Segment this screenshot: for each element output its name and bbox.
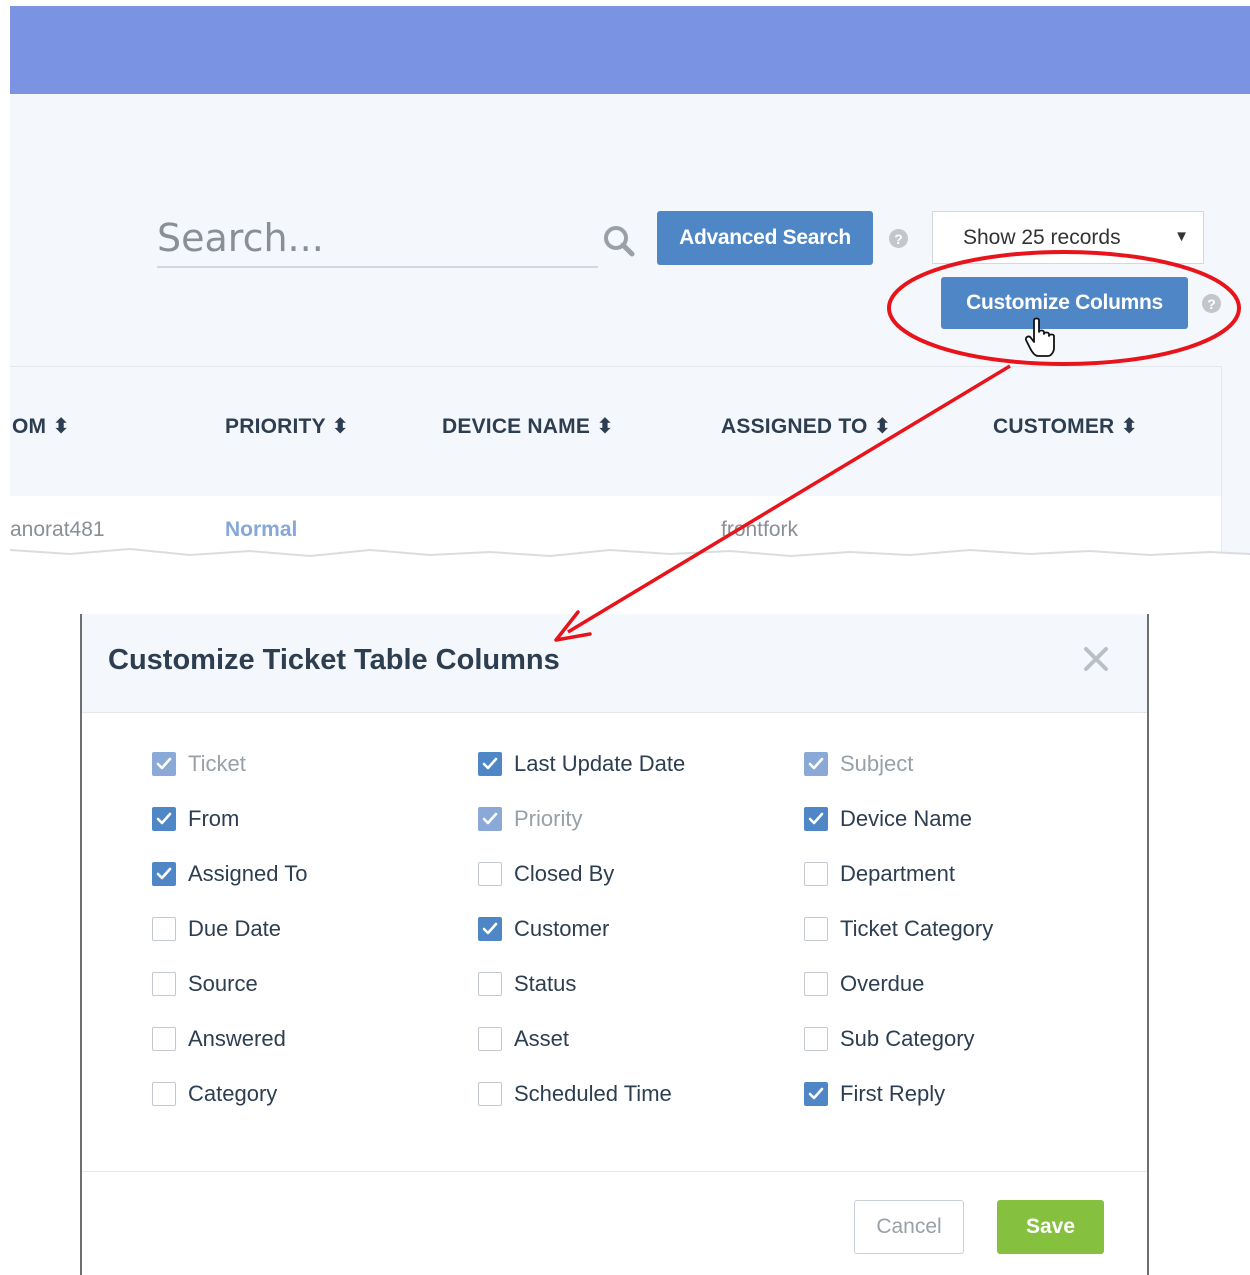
checkbox-label: From bbox=[188, 806, 240, 831]
checkbox[interactable] bbox=[152, 1027, 176, 1051]
column-option-ticket: Ticket bbox=[152, 749, 246, 779]
app-header-band bbox=[10, 6, 1250, 94]
column-option-closed-by[interactable]: Closed By bbox=[478, 859, 614, 889]
help-icon[interactable]: ? bbox=[1202, 294, 1221, 313]
checkbox[interactable] bbox=[478, 917, 502, 941]
checkmark-icon bbox=[808, 757, 824, 770]
checkbox[interactable] bbox=[478, 752, 502, 776]
records-per-page-select[interactable]: Show 25 records ▼ bbox=[932, 211, 1204, 264]
column-option-answered[interactable]: Answered bbox=[152, 1024, 286, 1054]
dialog-title: Customize Ticket Table Columns bbox=[108, 644, 560, 676]
search-icon[interactable] bbox=[601, 223, 637, 259]
checkbox-label: Asset bbox=[514, 1026, 570, 1051]
search-input[interactable] bbox=[157, 210, 598, 266]
checkbox-label: Department bbox=[840, 861, 955, 886]
checkbox[interactable] bbox=[804, 1082, 828, 1106]
checkbox-label: Sub Category bbox=[840, 1026, 975, 1051]
cell-from: anorat481 bbox=[10, 518, 105, 541]
close-icon[interactable] bbox=[1081, 644, 1111, 674]
checkmark-icon bbox=[156, 812, 172, 825]
column-option-ticket-category[interactable]: Ticket Category bbox=[804, 914, 993, 944]
cancel-button[interactable]: Cancel bbox=[854, 1200, 964, 1254]
column-option-first-reply[interactable]: First Reply bbox=[804, 1079, 945, 1109]
column-option-status[interactable]: Status bbox=[478, 969, 576, 999]
checkbox-label: Priority bbox=[514, 806, 583, 831]
column-header-assigned-to[interactable]: ASSIGNED TO ⬍ bbox=[721, 414, 891, 439]
column-option-device-name[interactable]: Device Name bbox=[804, 804, 972, 834]
dropdown-arrow-icon: ▼ bbox=[1174, 228, 1189, 245]
checkbox-label: Subject bbox=[840, 751, 914, 776]
checkbox[interactable] bbox=[152, 917, 176, 941]
checkbox[interactable] bbox=[152, 1082, 176, 1106]
column-option-from[interactable]: From bbox=[152, 804, 239, 834]
checkmark-icon bbox=[808, 1087, 824, 1100]
checkbox-label: Last Update Date bbox=[514, 751, 686, 776]
column-option-customer[interactable]: Customer bbox=[478, 914, 609, 944]
save-button[interactable]: Save bbox=[997, 1200, 1104, 1254]
column-option-asset[interactable]: Asset bbox=[478, 1024, 569, 1054]
column-header-from[interactable]: OM ⬍ bbox=[12, 414, 70, 439]
column-option-department[interactable]: Department bbox=[804, 859, 955, 889]
customize-columns-button[interactable]: Customize Columns bbox=[941, 277, 1188, 329]
checkmark-icon bbox=[156, 867, 172, 880]
column-header-priority[interactable]: PRIORITY ⬍ bbox=[225, 414, 349, 439]
checkbox-label: Customer bbox=[514, 916, 610, 941]
help-icon[interactable]: ? bbox=[889, 229, 908, 248]
checkbox-label: Closed By bbox=[514, 861, 615, 886]
checkbox[interactable] bbox=[804, 917, 828, 941]
records-select-value: Show 25 records bbox=[963, 225, 1121, 249]
checkbox bbox=[152, 752, 176, 776]
checkbox[interactable] bbox=[478, 1082, 502, 1106]
checkbox[interactable] bbox=[478, 862, 502, 886]
checkmark-icon bbox=[482, 922, 498, 935]
cell-priority: Normal bbox=[225, 518, 298, 541]
column-option-subject: Subject bbox=[804, 749, 913, 779]
checkbox-label: Ticket bbox=[188, 751, 246, 776]
column-option-priority: Priority bbox=[478, 804, 582, 834]
checkbox-label: Due Date bbox=[188, 916, 281, 941]
checkbox[interactable] bbox=[478, 972, 502, 996]
dialog-header: Customize Ticket Table Columns bbox=[82, 614, 1147, 713]
customize-columns-dialog: Customize Ticket Table Columns Ticket Las… bbox=[80, 614, 1149, 1275]
advanced-search-button[interactable]: Advanced Search bbox=[657, 211, 873, 265]
checkbox bbox=[478, 807, 502, 831]
checkmark-icon bbox=[808, 812, 824, 825]
column-option-sub-category[interactable]: Sub Category bbox=[804, 1024, 975, 1054]
column-header-customer[interactable]: CUSTOMER ⬍ bbox=[993, 414, 1138, 439]
search-field[interactable] bbox=[157, 210, 598, 268]
checkbox-label: Overdue bbox=[840, 971, 925, 996]
column-option-last-update-date[interactable]: Last Update Date bbox=[478, 749, 685, 779]
checkbox-label: Category bbox=[188, 1081, 278, 1106]
checkbox[interactable] bbox=[478, 1027, 502, 1051]
checkbox-label: Scheduled Time bbox=[514, 1081, 672, 1106]
checkbox[interactable] bbox=[804, 972, 828, 996]
cell-assigned-to: frontfork bbox=[721, 518, 799, 541]
checkmark-icon bbox=[482, 757, 498, 770]
torn-edge bbox=[10, 547, 1250, 580]
checkbox[interactable] bbox=[804, 807, 828, 831]
checkbox-label: Assigned To bbox=[188, 861, 308, 886]
column-option-overdue[interactable]: Overdue bbox=[804, 969, 924, 999]
checkbox bbox=[804, 752, 828, 776]
checkbox[interactable] bbox=[152, 972, 176, 996]
column-option-assigned-to[interactable]: Assigned To bbox=[152, 859, 307, 889]
checkbox[interactable] bbox=[152, 862, 176, 886]
checkbox-label: Device Name bbox=[840, 806, 973, 831]
checkbox[interactable] bbox=[804, 1027, 828, 1051]
checkmark-icon bbox=[156, 757, 172, 770]
column-option-due-date[interactable]: Due Date bbox=[152, 914, 281, 944]
checkbox-label: Ticket Category bbox=[840, 916, 994, 941]
dialog-footer: Cancel Save bbox=[82, 1171, 1147, 1275]
column-option-scheduled-time[interactable]: Scheduled Time bbox=[478, 1079, 672, 1109]
checkbox[interactable] bbox=[152, 807, 176, 831]
column-option-source[interactable]: Source bbox=[152, 969, 258, 999]
column-option-category[interactable]: Category bbox=[152, 1079, 277, 1109]
checkbox-label: Answered bbox=[188, 1026, 286, 1051]
column-header-device-name[interactable]: DEVICE NAME ⬍ bbox=[442, 414, 614, 439]
checkbox-label: Status bbox=[514, 971, 577, 996]
checkmark-icon bbox=[482, 812, 498, 825]
checkbox-label: First Reply bbox=[840, 1081, 946, 1106]
checkbox-label: Source bbox=[188, 971, 258, 996]
checkbox[interactable] bbox=[804, 862, 828, 886]
